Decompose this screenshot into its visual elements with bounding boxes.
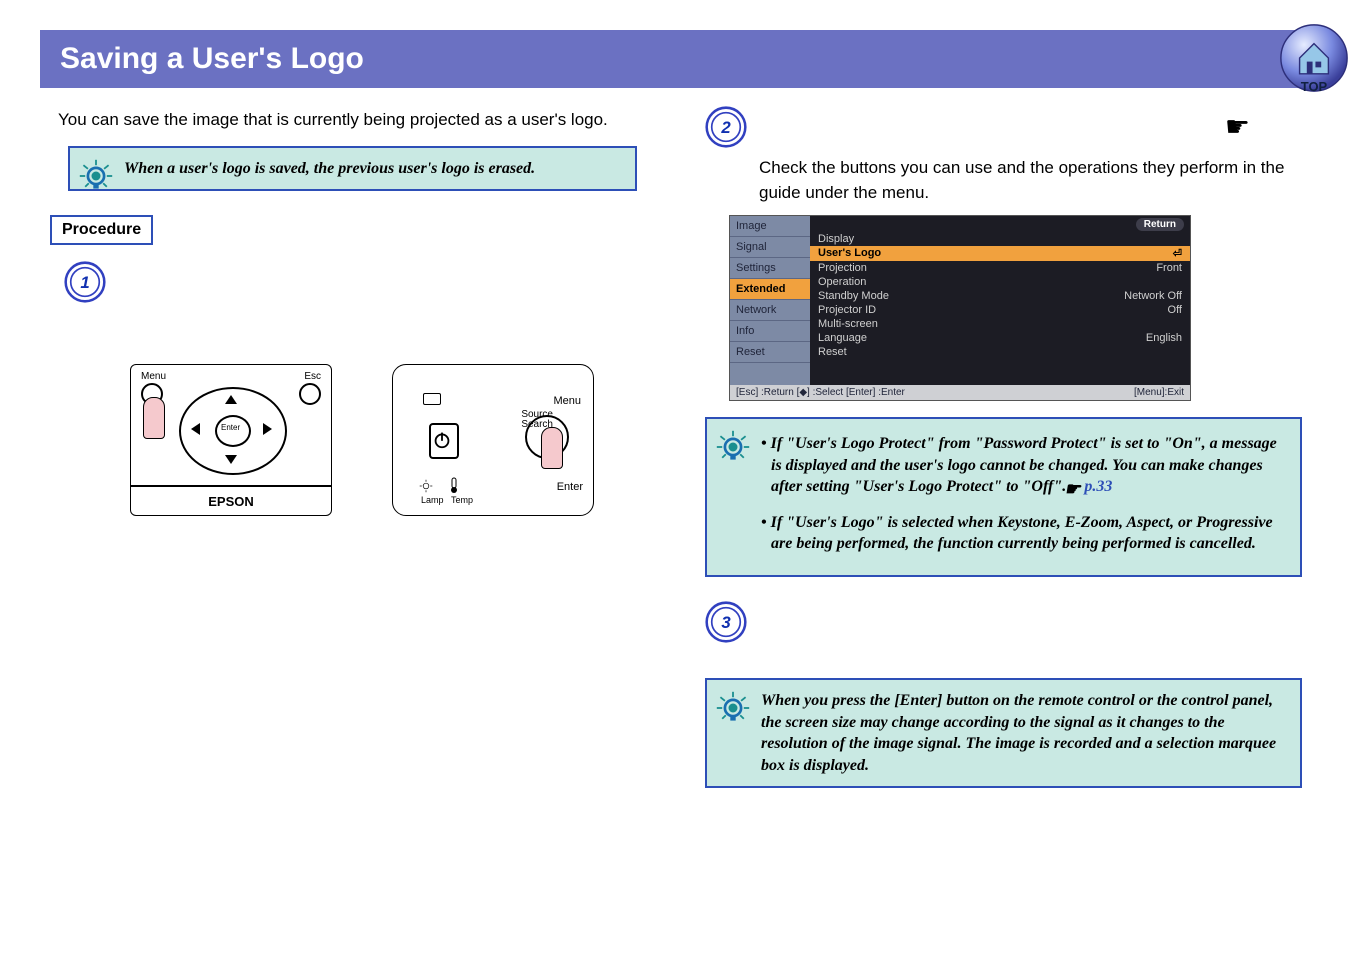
title-text: Saving a User's Logo bbox=[60, 42, 364, 75]
page-title: Saving a User's Logo TOP bbox=[40, 30, 1310, 88]
remote-control-drawing: Menu Esc Enter EPSON bbox=[130, 364, 332, 516]
finger-press-icon bbox=[541, 427, 563, 469]
svg-text:3: 3 bbox=[721, 613, 731, 632]
osd-menu-screenshot: Image Signal Settings Extended Network I… bbox=[729, 215, 1191, 401]
tip1-text: When a user's logo is saved, the previou… bbox=[124, 160, 535, 177]
hardware-illustrations: Menu Esc Enter EPSON bbox=[130, 364, 645, 516]
hand-pointer-icon: ☛ bbox=[1074, 477, 1080, 501]
tip-box-2: • If "User's Logo Protect" from "Passwor… bbox=[705, 417, 1302, 577]
tip-box-1: When a user's logo is saved, the previou… bbox=[68, 146, 637, 192]
osd-sidebar: Image Signal Settings Extended Network I… bbox=[730, 216, 810, 385]
page-ref-link[interactable]: p.33 bbox=[1084, 478, 1112, 495]
svg-text:2: 2 bbox=[720, 118, 731, 137]
top-home-icon[interactable]: TOP bbox=[1278, 22, 1350, 94]
osd-sidebar-extended: Extended bbox=[730, 279, 810, 300]
osd-main-panel: Return Display User's Logo⏎ ProjectionFr… bbox=[810, 216, 1190, 385]
intro-text: You can save the image that is currently… bbox=[58, 108, 645, 132]
tip3-text: When you press the [Enter] button on the… bbox=[761, 692, 1276, 774]
lightbulb-icon bbox=[715, 429, 751, 465]
tip2a-text: If "User's Logo Protect" from "Password … bbox=[771, 435, 1277, 495]
power-button-icon bbox=[429, 423, 459, 459]
tip2b-text: If "User's Logo" is selected when Keysto… bbox=[771, 514, 1273, 553]
osd-return-button: Return bbox=[1136, 218, 1184, 231]
brand-label: EPSON bbox=[131, 494, 331, 509]
svg-text:1: 1 bbox=[80, 273, 89, 292]
step2-text: Check the buttons you can use and the op… bbox=[759, 156, 1310, 205]
control-panel-drawing: Menu Source Search Enter Lamp Temp bbox=[392, 364, 594, 516]
step-3-badge: 3 bbox=[705, 601, 747, 643]
procedure-label: Procedure bbox=[50, 215, 153, 245]
finger-press-icon bbox=[143, 397, 165, 439]
tip-box-3: When you press the [Enter] button on the… bbox=[705, 678, 1302, 788]
step-1-badge: 1 bbox=[64, 261, 106, 303]
lightbulb-icon bbox=[715, 690, 751, 726]
step-2-badge: 2 bbox=[705, 106, 747, 148]
lightbulb-icon bbox=[78, 158, 114, 194]
osd-item-users-logo: User's Logo⏎ bbox=[810, 246, 1190, 261]
svg-text:TOP: TOP bbox=[1301, 79, 1328, 94]
osd-footer-guide: [Esc] :Return [◆] :Select [Enter] :Enter… bbox=[730, 385, 1190, 400]
hand-pointer-icon: ☛ bbox=[1225, 110, 1250, 143]
